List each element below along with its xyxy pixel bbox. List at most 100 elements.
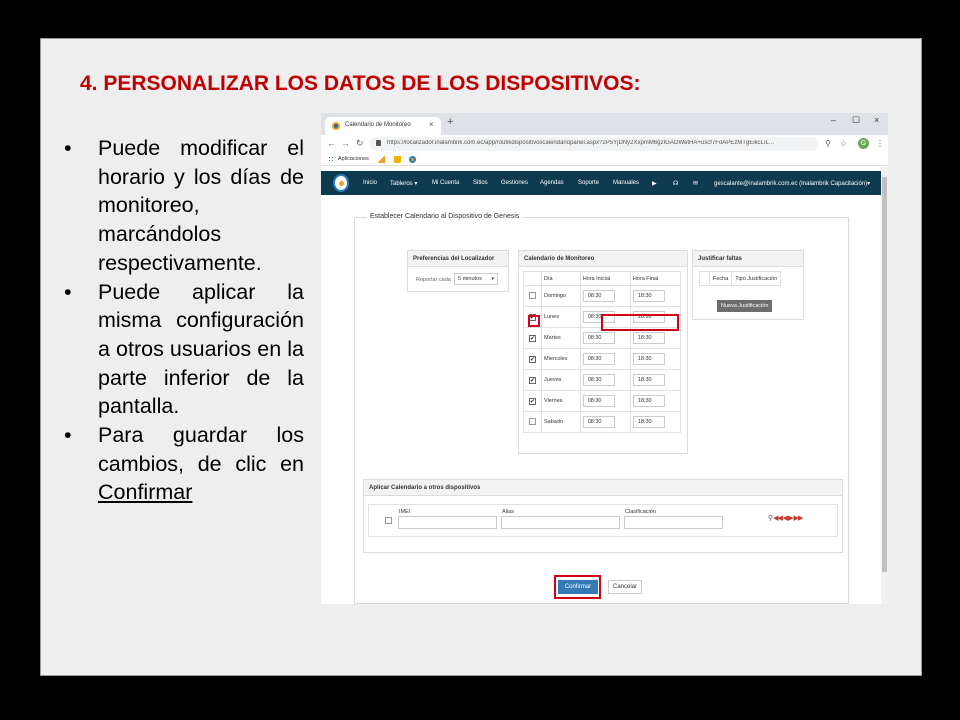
chevron-down-icon: ▾ (491, 276, 494, 282)
nav-tableros[interactable]: Tableros ▾ (390, 180, 417, 187)
reload-icon[interactable]: ↻ (356, 138, 364, 149)
header-check (523, 271, 542, 286)
justify-panel: Justificar faltas Fecha Tipo Justificaci… (692, 250, 804, 320)
nav-soporte[interactable]: Soporte (578, 180, 599, 186)
header-day: Día (541, 271, 581, 286)
day-checkbox[interactable]: ✔ (529, 334, 536, 342)
imei-input[interactable] (398, 516, 497, 529)
end-time-input[interactable]: 18:30 (632, 290, 665, 302)
justify-col-date: Fecha (708, 271, 733, 286)
bookmarks-bar: Aplicaciones (321, 153, 888, 166)
confirm-button[interactable]: Confirmar (558, 580, 598, 594)
start-time-input[interactable]: 08:30 (582, 332, 615, 344)
table-header-row: Fecha Tipo Justificación (699, 271, 782, 286)
bookmark-apps[interactable]: Aplicaciones (338, 156, 369, 162)
close-tab-icon[interactable]: × (429, 120, 434, 129)
day-name: Sabado (541, 411, 581, 433)
bookmark-folder-icon[interactable] (394, 156, 401, 163)
nav-manuales[interactable]: Manuales (613, 180, 639, 186)
nav-mi-cuenta[interactable]: Mi Cuenta (432, 180, 459, 186)
start-time-input[interactable]: 08:30 (582, 353, 615, 365)
pager-controls[interactable]: ⚲ ◀◀ ◀ ▶ ▶▶ (768, 514, 803, 522)
confirm-link-text: Confirmar (98, 480, 193, 505)
imei-label: IMEI (399, 509, 411, 515)
profile-avatar[interactable]: G (858, 138, 869, 149)
youtube-icon[interactable]: ▶ (652, 180, 657, 187)
end-time-input[interactable]: 18:30 (632, 416, 665, 428)
day-name: Miercoles (541, 348, 581, 370)
table-row: ✔ Viernes 08:30 18:30 (523, 390, 682, 412)
day-name: Domingo (541, 285, 581, 307)
classification-input[interactable] (624, 516, 723, 529)
table-row: ✔ Jueves 08:30 18:30 (523, 369, 682, 391)
support-icon[interactable]: ☊ (673, 180, 678, 187)
table-header-row: Día Hora Inicial Hora Final (523, 271, 682, 286)
bookmark-app-icon[interactable] (409, 156, 416, 163)
select-all-checkbox[interactable] (385, 517, 392, 524)
day-name: Viernes (541, 390, 581, 412)
day-checkbox[interactable]: ✔ (529, 397, 536, 405)
browser-tab[interactable]: Calendario de Monitoreo × (325, 117, 441, 135)
report-interval-select[interactable]: 5 minutos ▾ (454, 273, 498, 285)
day-checkbox[interactable] (529, 291, 536, 299)
scrollbar-thumb[interactable] (882, 177, 887, 572)
day-checkbox[interactable]: ✔ (529, 355, 536, 363)
lunes-hours-highlight (601, 314, 679, 331)
end-time-input[interactable]: 18:30 (632, 332, 665, 344)
page-scrollbar[interactable] (881, 167, 888, 604)
header-end: Hora Final (629, 271, 682, 286)
calendar-table: Día Hora Inicial Hora Final Domingo 08:3… (523, 271, 682, 433)
close-window-icon[interactable]: × (874, 115, 879, 125)
nav-gestiones[interactable]: Gestiones (501, 180, 528, 186)
star-icon[interactable]: ☆ (840, 139, 847, 148)
day-name: Martes (541, 327, 581, 349)
alias-input[interactable] (501, 516, 620, 529)
start-time-input[interactable]: 08:30 (582, 374, 615, 386)
end-time-input[interactable]: 18:30 (632, 374, 665, 386)
minimize-icon[interactable]: – (831, 115, 836, 125)
calendar-fieldset: Establecer Calendario al Dispositivo de … (354, 213, 849, 604)
app-favicon-icon (332, 122, 340, 130)
menu-kebab-icon[interactable]: ⋮ (876, 139, 884, 148)
address-input[interactable]: https://localizador.inalambrik.com.ec/ap… (369, 137, 819, 151)
new-justification-button[interactable]: Nueva Justificación (717, 300, 773, 312)
bullet-text: Puede modificar el horario y los días de… (98, 136, 304, 275)
justify-table: Fecha Tipo Justificación (699, 271, 782, 286)
header-start: Hora Inicial (579, 271, 631, 286)
nav-sitios[interactable]: Sitios (473, 180, 488, 186)
zoom-icon[interactable]: ⚲ (825, 139, 831, 148)
pager-arrows[interactable]: ◀◀ ◀ ▶ ▶▶ (773, 515, 803, 522)
user-menu[interactable]: gescalante@inalambrik.com.ec (Inalambrik… (714, 180, 870, 187)
forward-icon[interactable]: → (341, 138, 350, 148)
bookmark-tool-icon[interactable] (378, 156, 385, 163)
bullet-text: Para guardar los cambios, de clic en (98, 423, 304, 476)
start-time-input[interactable]: 08:30 (582, 395, 615, 407)
back-icon[interactable]: ← (327, 138, 336, 148)
tab-title: Calendario de Monitoreo (345, 122, 411, 128)
day-checkbox[interactable]: ✔ (529, 376, 536, 384)
lunes-checkbox-highlight (528, 315, 540, 327)
end-time-input[interactable]: 18:30 (632, 395, 665, 407)
new-tab-button[interactable]: + (447, 116, 453, 128)
chat-icon[interactable]: ✉ (693, 180, 698, 187)
address-bar-row: ← → ↻ https://localizador.inalambrik.com… (321, 135, 888, 153)
nav-agendas[interactable]: Agendas (540, 180, 564, 186)
search-icon[interactable]: ⚲ (768, 515, 773, 522)
cancel-button[interactable]: Cancelar (608, 580, 642, 594)
justify-col-type: Tipo Justificación (731, 271, 782, 286)
apps-grid-icon[interactable] (328, 156, 335, 163)
day-checkbox[interactable] (529, 417, 536, 425)
bullet-item: • Puede aplicar la misma configuración a … (64, 278, 304, 422)
start-time-input[interactable]: 08:30 (582, 290, 615, 302)
app-logo-icon[interactable] (333, 174, 349, 192)
table-row: Domingo 08:30 18:30 (523, 285, 682, 307)
start-time-input[interactable]: 08:30 (582, 416, 615, 428)
preferences-panel: Preferencias del Localizador Reportar ca… (407, 250, 509, 292)
preferences-title: Preferencias del Localizador (408, 251, 508, 267)
section-title: Establecer Calendario al Dispositivo de … (367, 213, 523, 220)
end-time-input[interactable]: 18:30 (632, 353, 665, 365)
browser-tab-bar: Calendario de Monitoreo × + – ☐ × (321, 113, 888, 135)
day-name: Lunes (541, 306, 581, 328)
nav-inicio[interactable]: Inicio (363, 180, 377, 186)
maximize-icon[interactable]: ☐ (852, 115, 860, 126)
